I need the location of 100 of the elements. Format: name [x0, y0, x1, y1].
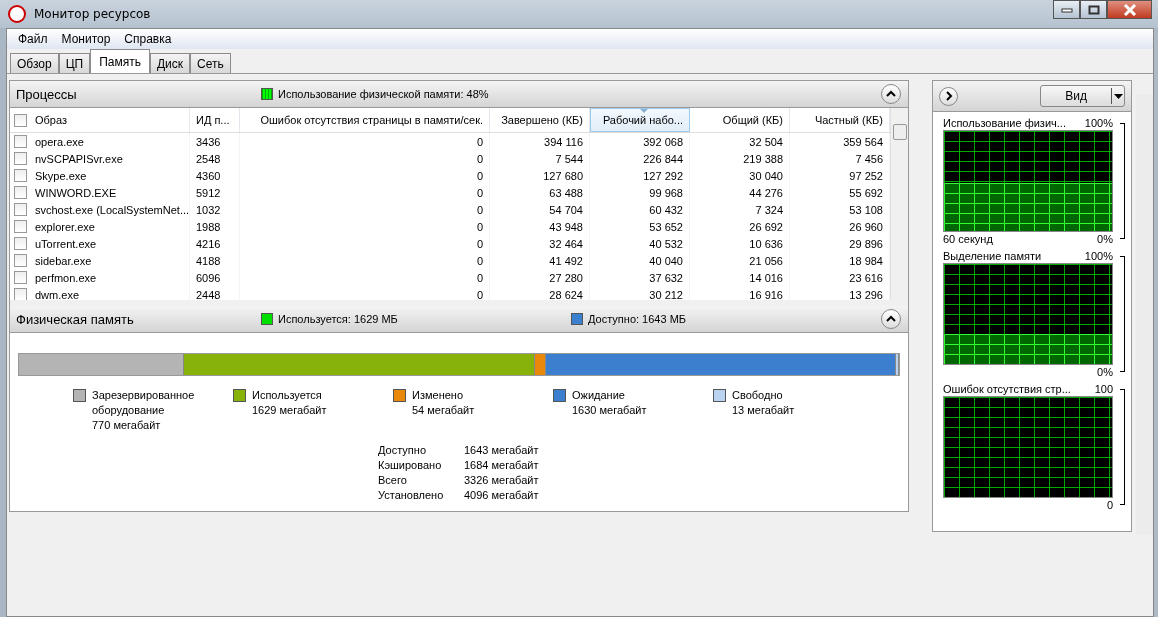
table-cell: 16 916 — [690, 286, 790, 300]
axis-label: 100 — [1094, 382, 1113, 396]
summary-text: Использование физической памяти: 48% — [278, 88, 489, 100]
checkbox[interactable] — [14, 220, 27, 233]
column-header[interactable]: Ошибок отсутствия страницы в памяти/сек. — [240, 108, 490, 132]
column-header[interactable]: Общий (КБ) — [690, 108, 790, 132]
scrollbar[interactable] — [890, 108, 908, 300]
graph-title: Использование физич... — [943, 116, 1066, 130]
table-cell: 4360 — [190, 167, 240, 184]
table-cell: dwm.exe — [10, 286, 190, 300]
table-cell: 2548 — [190, 150, 240, 167]
table-cell: 0 — [240, 286, 490, 300]
select-all-checkbox[interactable] — [14, 113, 27, 127]
stat-value: 1684 мегабайт — [464, 458, 540, 473]
close-button[interactable] — [1107, 0, 1152, 19]
table-cell: 30 040 — [690, 167, 790, 184]
table-cell: 2448 — [190, 286, 240, 300]
stat-label: Доступно — [378, 443, 427, 458]
table-cell: 219 388 — [690, 150, 790, 167]
axis-label: 0% — [1097, 232, 1113, 246]
legend-label: Ожидание — [572, 388, 626, 403]
table-cell: 7 324 — [690, 201, 790, 218]
collapse-button[interactable] — [881, 309, 901, 329]
table-cell: 53 652 — [590, 218, 690, 235]
sort-arrow-icon — [640, 109, 648, 113]
table-cell: 0 — [240, 201, 490, 218]
chevron-right-icon — [944, 91, 953, 101]
checkbox[interactable] — [14, 203, 27, 216]
app-icon — [8, 5, 26, 23]
menu-item[interactable]: Монитор — [54, 32, 118, 46]
table-cell: WINWORD.EXE — [10, 184, 190, 201]
checkbox[interactable] — [14, 288, 27, 300]
axis-label: 100% — [1084, 116, 1113, 130]
chevron-up-icon — [886, 90, 896, 98]
maximize-button[interactable] — [1080, 0, 1107, 19]
checkbox[interactable] — [14, 169, 27, 182]
checkbox[interactable] — [14, 135, 27, 148]
maximize-icon — [1087, 4, 1100, 15]
caret-icon — [1112, 93, 1125, 99]
table-cell: 32 464 — [490, 235, 590, 252]
graph-title: Ошибок отсутствия стр... — [943, 382, 1071, 396]
tab[interactable]: Память — [90, 49, 150, 73]
table-cell: perfmon.exe — [10, 269, 190, 286]
table-cell: 0 — [240, 252, 490, 269]
column-header[interactable]: ИД п... — [190, 108, 240, 132]
tab[interactable]: Обзор — [10, 53, 59, 73]
table-cell: 27 280 — [490, 269, 590, 286]
table-cell: 40 532 — [590, 235, 690, 252]
meter-icon — [261, 88, 273, 100]
view-button[interactable]: Вид — [1040, 85, 1126, 107]
forward-button[interactable] — [939, 86, 958, 106]
table-cell: 0 — [240, 150, 490, 167]
stat-value: 4096 мегабайт — [464, 488, 540, 503]
table-cell: 4216 — [190, 235, 240, 252]
menu-item[interactable]: Файл — [11, 32, 55, 46]
tab[interactable]: Диск — [150, 53, 191, 73]
legend-value: 1630 мегабайт — [572, 403, 647, 418]
table-cell: 54 704 — [490, 201, 590, 218]
table-cell: 21 056 — [690, 252, 790, 269]
checkbox[interactable] — [14, 186, 27, 199]
table-cell: 3436 — [190, 133, 240, 150]
table-cell: 392 068 — [590, 133, 690, 150]
table-cell: 1032 — [190, 201, 240, 218]
table-cell: sidebar.exe — [10, 252, 190, 269]
table-cell: 32 504 — [690, 133, 790, 150]
table-cell: Skype.exe — [10, 167, 190, 184]
table-cell: 7 544 — [490, 150, 590, 167]
column-header[interactable]: Образ — [10, 108, 190, 132]
collapse-button[interactable] — [881, 84, 901, 104]
stat-value: 3326 мегабайт — [464, 473, 540, 488]
table-cell: 6096 — [190, 269, 240, 286]
table-cell: 26 692 — [690, 218, 790, 235]
table-cell: uTorrent.exe — [10, 235, 190, 252]
minimize-icon — [1060, 6, 1073, 13]
table-cell: 60 432 — [590, 201, 690, 218]
checkbox[interactable] — [14, 254, 27, 267]
table-cell: explorer.exe — [10, 218, 190, 235]
close-icon — [1122, 3, 1137, 16]
axis-label: 0 — [1106, 498, 1113, 512]
legend-value: 54 мегабайт — [412, 403, 475, 418]
graph-title: Выделение памяти — [943, 249, 1042, 263]
minimize-button[interactable] — [1053, 0, 1080, 19]
legend-value: 1629 мегабайт — [252, 403, 327, 418]
table-cell: 30 212 — [590, 286, 690, 300]
checkbox[interactable] — [14, 237, 27, 250]
menu-item[interactable]: Справка — [117, 32, 179, 46]
tab[interactable]: ЦП — [58, 53, 91, 73]
table-cell: 40 040 — [590, 252, 690, 269]
checkbox[interactable] — [14, 152, 27, 165]
column-header[interactable]: Рабочий набо... — [590, 108, 690, 132]
summary-text: Доступно: 1643 МБ — [588, 313, 687, 325]
table-cell: 44 276 — [690, 184, 790, 201]
table-cell: 99 968 — [590, 184, 690, 201]
checkbox[interactable] — [14, 271, 27, 284]
tab[interactable]: Сеть — [190, 53, 231, 73]
table-cell: 0 — [240, 235, 490, 252]
table-cell: 5912 — [190, 184, 240, 201]
scrollbar[interactable] — [1136, 80, 1153, 535]
table-cell: 0 — [240, 167, 490, 184]
axis-label: 0% — [1097, 365, 1113, 379]
